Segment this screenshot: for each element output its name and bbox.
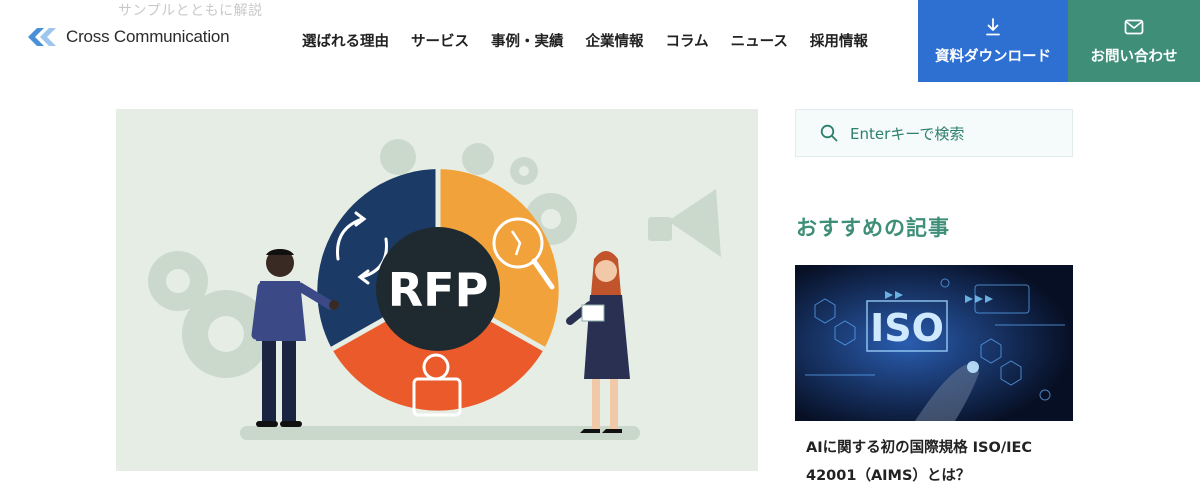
download-button[interactable]: 資料ダウンロード [918, 0, 1068, 82]
article-thumb-text: ISO [870, 306, 944, 350]
article-title-link[interactable]: AIに関する初の国際規格 ISO/IEC 42001（AIMS）とは？ [806, 434, 1066, 483]
mail-icon [1124, 17, 1144, 37]
recommended-articles-title: おすすめの記事 [796, 216, 950, 240]
contact-button[interactable]: お問い合わせ [1068, 0, 1200, 82]
nav-item-services[interactable]: サービス [411, 30, 469, 51]
contact-button-label: お問い合わせ [1090, 48, 1178, 65]
search-icon [820, 124, 838, 142]
download-icon [985, 17, 1001, 37]
nav-item-cases[interactable]: 事例・実績 [491, 30, 564, 51]
nav-item-news[interactable]: ニュース [731, 30, 788, 51]
main-nav: 選ばれる理由 サービス 事例・実績 企業情報 コラム ニュース 採用情報 [302, 30, 890, 51]
search-input[interactable]: Enterキーで検索 [795, 109, 1073, 157]
nav-item-recruit[interactable]: 採用情報 [810, 30, 868, 51]
logo-text: Cross Communication [66, 27, 230, 46]
nav-item-column[interactable]: コラム [666, 30, 709, 51]
logo-mark-icon [28, 28, 56, 46]
site-logo[interactable]: Cross Communication [26, 26, 230, 48]
article-thumbnail[interactable]: ISO [795, 265, 1073, 421]
search-placeholder: Enterキーで検索 [850, 124, 965, 143]
nav-item-company[interactable]: 企業情報 [586, 30, 644, 51]
download-button-label: 資料ダウンロード [935, 48, 1051, 65]
nav-item-reasons[interactable]: 選ばれる理由 [302, 30, 389, 51]
page-ghost-heading: サンプルとともに解説 [118, 3, 263, 19]
hero-center-label: RFP [388, 263, 489, 317]
hero-illustration: RFP [116, 109, 758, 471]
